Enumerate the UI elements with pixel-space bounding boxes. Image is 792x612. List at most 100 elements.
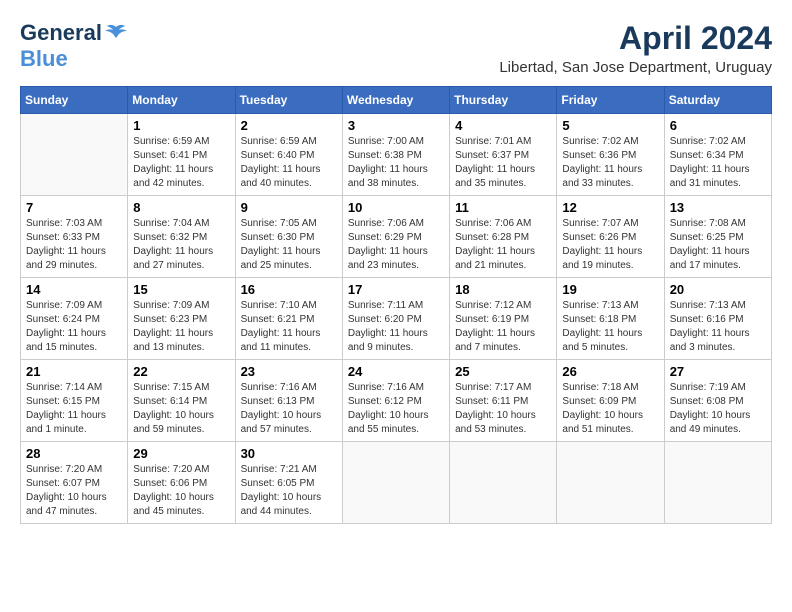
day-info: Sunrise: 7:03 AM Sunset: 6:33 PM Dayligh… (26, 217, 122, 273)
day-number: 13 (670, 200, 766, 215)
logo-blue-text: Blue (20, 46, 68, 72)
weekday-header-thursday: Thursday (450, 87, 557, 114)
weekday-header-sunday: Sunday (21, 87, 128, 114)
day-info: Sunrise: 7:02 AM Sunset: 6:34 PM Dayligh… (670, 135, 766, 191)
calendar-cell: 7Sunrise: 7:03 AM Sunset: 6:33 PM Daylig… (21, 196, 128, 278)
day-info: Sunrise: 7:13 AM Sunset: 6:16 PM Dayligh… (670, 299, 766, 355)
weekday-header-tuesday: Tuesday (235, 87, 342, 114)
day-info: Sunrise: 7:09 AM Sunset: 6:24 PM Dayligh… (26, 299, 122, 355)
day-info: Sunrise: 7:19 AM Sunset: 6:08 PM Dayligh… (670, 381, 766, 437)
day-number: 21 (26, 364, 122, 379)
calendar-week-2: 7Sunrise: 7:03 AM Sunset: 6:33 PM Daylig… (21, 196, 772, 278)
day-info: Sunrise: 7:09 AM Sunset: 6:23 PM Dayligh… (133, 299, 229, 355)
calendar-cell: 27 Sunrise: 7:19 AM Sunset: 6:08 PM Dayli… (664, 360, 771, 442)
day-info: Sunrise: 6:59 AM Sunset: 6:41 PM Dayligh… (133, 135, 229, 191)
day-info: Sunrise: 7:15 AM Sunset: 6:14 PM Dayligh… (133, 381, 229, 437)
day-number: 29 (133, 446, 229, 461)
calendar-week-1: 1 Sunrise: 6:59 AM Sunset: 6:41 PM Daylig… (21, 114, 772, 196)
day-number: 4 (455, 118, 551, 133)
day-info: Sunrise: 7:06 AM Sunset: 6:29 PM Dayligh… (348, 217, 444, 273)
day-info: Sunrise: 7:06 AM Sunset: 6:28 PM Dayligh… (455, 217, 551, 273)
day-number: 27 (670, 364, 766, 379)
calendar-cell: 21Sunrise: 7:14 AM Sunset: 6:15 PM Dayli… (21, 360, 128, 442)
calendar-cell: 13 Sunrise: 7:08 AM Sunset: 6:25 PM Dayli… (664, 196, 771, 278)
day-info: Sunrise: 6:59 AM Sunset: 6:40 PM Dayligh… (241, 135, 337, 191)
day-number: 24 (348, 364, 444, 379)
calendar-cell: 6Sunrise: 7:02 AM Sunset: 6:34 PM Daylig… (664, 114, 771, 196)
day-info: Sunrise: 7:11 AM Sunset: 6:20 PM Dayligh… (348, 299, 444, 355)
calendar-cell: 16 Sunrise: 7:10 AM Sunset: 6:21 PM Dayli… (235, 278, 342, 360)
day-number: 15 (133, 282, 229, 297)
calendar-cell: 30Sunrise: 7:21 AM Sunset: 6:05 PM Dayli… (235, 442, 342, 524)
calendar-cell: 9 Sunrise: 7:05 AM Sunset: 6:30 PM Daylig… (235, 196, 342, 278)
logo-general-text: General (20, 20, 102, 46)
calendar-cell: 14 Sunrise: 7:09 AM Sunset: 6:24 PM Dayli… (21, 278, 128, 360)
calendar-week-3: 14 Sunrise: 7:09 AM Sunset: 6:24 PM Dayli… (21, 278, 772, 360)
calendar-cell: 8Sunrise: 7:04 AM Sunset: 6:32 PM Daylig… (128, 196, 235, 278)
day-info: Sunrise: 7:20 AM Sunset: 6:07 PM Dayligh… (26, 463, 122, 519)
calendar-cell: 29 Sunrise: 7:20 AM Sunset: 6:06 PM Dayli… (128, 442, 235, 524)
day-info: Sunrise: 7:10 AM Sunset: 6:21 PM Dayligh… (241, 299, 337, 355)
calendar-cell: 26 Sunrise: 7:18 AM Sunset: 6:09 PM Dayli… (557, 360, 664, 442)
day-number: 3 (348, 118, 444, 133)
day-info: Sunrise: 7:13 AM Sunset: 6:18 PM Dayligh… (562, 299, 658, 355)
day-info: Sunrise: 7:02 AM Sunset: 6:36 PM Dayligh… (562, 135, 658, 191)
day-number: 23 (241, 364, 337, 379)
calendar-cell: 5 Sunrise: 7:02 AM Sunset: 6:36 PM Daylig… (557, 114, 664, 196)
calendar-week-5: 28Sunrise: 7:20 AM Sunset: 6:07 PM Dayli… (21, 442, 772, 524)
day-number: 25 (455, 364, 551, 379)
day-number: 19 (562, 282, 658, 297)
day-number: 10 (348, 200, 444, 215)
day-info: Sunrise: 7:00 AM Sunset: 6:38 PM Dayligh… (348, 135, 444, 191)
day-info: Sunrise: 7:08 AM Sunset: 6:25 PM Dayligh… (670, 217, 766, 273)
weekday-header-wednesday: Wednesday (342, 87, 449, 114)
day-info: Sunrise: 7:05 AM Sunset: 6:30 PM Dayligh… (241, 217, 337, 273)
day-info: Sunrise: 7:18 AM Sunset: 6:09 PM Dayligh… (562, 381, 658, 437)
day-number: 17 (348, 282, 444, 297)
day-number: 18 (455, 282, 551, 297)
day-number: 12 (562, 200, 658, 215)
month-title: April 2024 (499, 20, 772, 57)
calendar-cell: 23 Sunrise: 7:16 AM Sunset: 6:13 PM Dayli… (235, 360, 342, 442)
day-number: 9 (241, 200, 337, 215)
calendar-cell (342, 442, 449, 524)
day-number: 5 (562, 118, 658, 133)
weekday-header-friday: Friday (557, 87, 664, 114)
day-number: 20 (670, 282, 766, 297)
day-info: Sunrise: 7:17 AM Sunset: 6:11 PM Dayligh… (455, 381, 551, 437)
calendar-cell: 4 Sunrise: 7:01 AM Sunset: 6:37 PM Daylig… (450, 114, 557, 196)
calendar-cell: 15 Sunrise: 7:09 AM Sunset: 6:23 PM Dayli… (128, 278, 235, 360)
day-number: 11 (455, 200, 551, 215)
day-info: Sunrise: 7:16 AM Sunset: 6:13 PM Dayligh… (241, 381, 337, 437)
calendar-cell: 22Sunrise: 7:15 AM Sunset: 6:14 PM Dayli… (128, 360, 235, 442)
day-info: Sunrise: 7:12 AM Sunset: 6:19 PM Dayligh… (455, 299, 551, 355)
calendar-cell: 10 Sunrise: 7:06 AM Sunset: 6:29 PM Dayli… (342, 196, 449, 278)
bird-icon (105, 24, 127, 42)
day-number: 1 (133, 118, 229, 133)
day-info: Sunrise: 7:16 AM Sunset: 6:12 PM Dayligh… (348, 381, 444, 437)
day-number: 8 (133, 200, 229, 215)
calendar-cell: 12 Sunrise: 7:07 AM Sunset: 6:26 PM Dayli… (557, 196, 664, 278)
calendar-cell: 11 Sunrise: 7:06 AM Sunset: 6:28 PM Dayli… (450, 196, 557, 278)
weekday-header-saturday: Saturday (664, 87, 771, 114)
day-number: 14 (26, 282, 122, 297)
logo: General Blue (20, 20, 127, 72)
day-number: 16 (241, 282, 337, 297)
calendar-cell: 25 Sunrise: 7:17 AM Sunset: 6:11 PM Dayli… (450, 360, 557, 442)
calendar-cell (21, 114, 128, 196)
day-number: 30 (241, 446, 337, 461)
page-header: General Blue April 2024 Libertad, San Jo… (20, 20, 772, 76)
calendar-cell: 24 Sunrise: 7:16 AM Sunset: 6:12 PM Dayli… (342, 360, 449, 442)
day-number: 26 (562, 364, 658, 379)
calendar-cell: 3 Sunrise: 7:00 AM Sunset: 6:38 PM Daylig… (342, 114, 449, 196)
day-info: Sunrise: 7:01 AM Sunset: 6:37 PM Dayligh… (455, 135, 551, 191)
day-info: Sunrise: 7:07 AM Sunset: 6:26 PM Dayligh… (562, 217, 658, 273)
calendar-table: SundayMondayTuesdayWednesdayThursdayFrid… (20, 86, 772, 524)
calendar-cell: 1 Sunrise: 6:59 AM Sunset: 6:41 PM Daylig… (128, 114, 235, 196)
day-info: Sunrise: 7:20 AM Sunset: 6:06 PM Dayligh… (133, 463, 229, 519)
title-block: April 2024 Libertad, San Jose Department… (499, 20, 772, 76)
calendar-cell: 19 Sunrise: 7:13 AM Sunset: 6:18 PM Dayli… (557, 278, 664, 360)
calendar-week-4: 21Sunrise: 7:14 AM Sunset: 6:15 PM Dayli… (21, 360, 772, 442)
calendar-cell: 17 Sunrise: 7:11 AM Sunset: 6:20 PM Dayli… (342, 278, 449, 360)
day-number: 2 (241, 118, 337, 133)
